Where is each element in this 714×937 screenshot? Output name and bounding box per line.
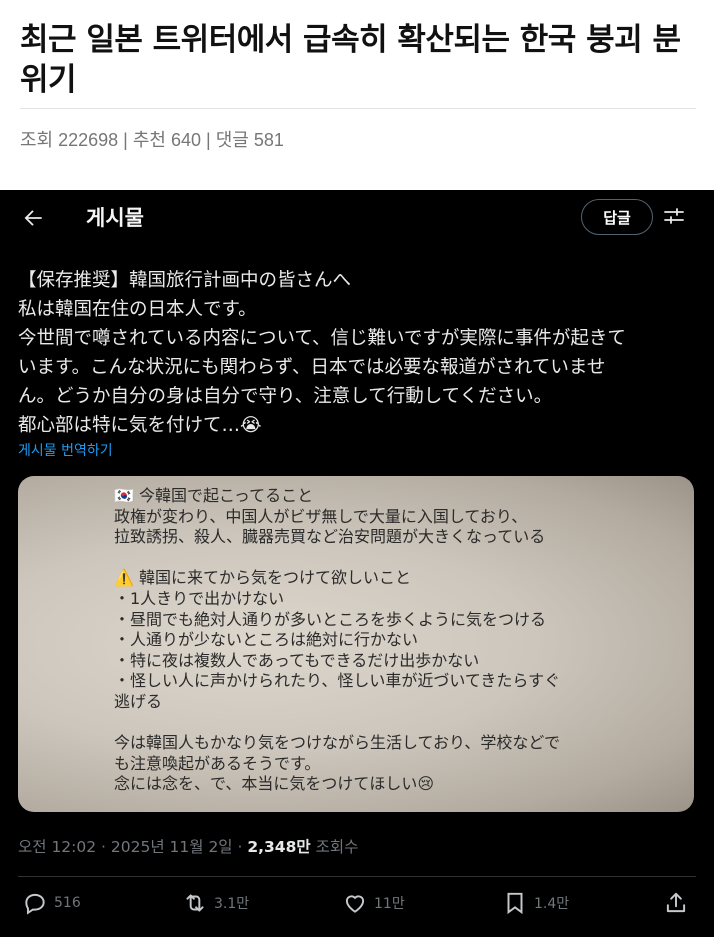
tweet-text: 【保存推奨】韓国旅行計画中の皆さんへ 私は韓国在住の日本人です。 今世間で噂され… bbox=[18, 270, 626, 436]
tweet-divider bbox=[18, 876, 696, 877]
like-action[interactable]: 11만 bbox=[342, 890, 405, 916]
reply-action[interactable]: 516 bbox=[22, 890, 81, 916]
bookmark-icon bbox=[507, 892, 523, 915]
article-header: 최근 일본 트위터에서 급속히 확산되는 한국 붕괴 분위기 조회 222698… bbox=[0, 0, 714, 190]
topbar-title: 게시물 bbox=[86, 206, 144, 230]
media-image[interactable]: 🇰🇷 今韓国で起こってること 政権が変わり、中国人がビザ無しで大量に入国しており… bbox=[18, 476, 694, 812]
filter-icon[interactable] bbox=[662, 204, 686, 228]
share-icon bbox=[666, 892, 686, 913]
timestamp-date: 오전 12:02 · 2025년 11월 2일 · bbox=[18, 838, 248, 856]
translate-link[interactable]: 게시물 번역하기 bbox=[18, 440, 113, 460]
like-count: 11만 bbox=[374, 896, 405, 912]
retweet-count: 3.1만 bbox=[214, 896, 250, 912]
retweet-icon bbox=[186, 894, 204, 912]
share-action[interactable] bbox=[663, 890, 689, 916]
tweet-screenshot: 게시물 답글 【保存推奨】韓国旅行計画中の皆さんへ 私は韓国在住の日本人です。 … bbox=[0, 190, 714, 937]
reply-button[interactable]: 답글 bbox=[581, 199, 653, 235]
article-title: 최근 일본 트위터에서 급속히 확산되는 한국 붕괴 분위기 bbox=[20, 22, 681, 98]
bookmark-count: 1.4만 bbox=[534, 896, 570, 912]
views-label: 조회수 bbox=[310, 838, 359, 856]
like-icon bbox=[345, 895, 365, 913]
tweet-topbar: 게시물 답글 bbox=[0, 190, 714, 248]
reply-icon bbox=[25, 893, 45, 915]
article-meta: 조회 222698 | 추천 640 | 댓글 581 bbox=[20, 130, 284, 150]
back-arrow-icon[interactable] bbox=[20, 205, 46, 231]
media-text: 🇰🇷 今韓国で起こってること 政権が変わり、中国人がビザ無しで大量に入国しており… bbox=[114, 486, 561, 794]
views-count: 2,348만 bbox=[247, 838, 311, 856]
bookmark-action[interactable]: 1.4만 bbox=[502, 890, 569, 916]
retweet-action[interactable]: 3.1만 bbox=[182, 890, 249, 916]
tweet-timestamp: 오전 12:02 · 2025년 11월 2일 · 2,348만 조회수 bbox=[18, 835, 358, 857]
reply-count: 516 bbox=[54, 895, 81, 911]
action-bar: 516 3.1만 11만 1.4만 bbox=[0, 890, 714, 924]
header-divider bbox=[20, 108, 696, 109]
